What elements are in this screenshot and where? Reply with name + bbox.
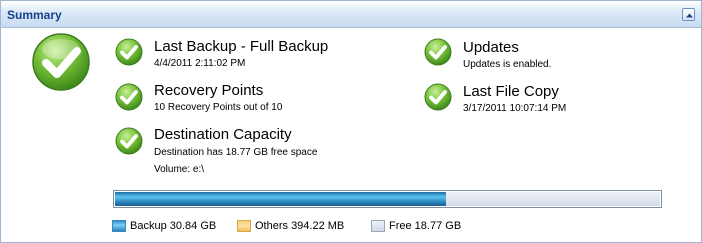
recovery-points-detail: 10 Recovery Points out of 10 bbox=[154, 102, 283, 113]
last-backup-time: 4/4/2011 2:11:02 PM bbox=[154, 58, 246, 69]
legend-free-label: Free 18.77 GB bbox=[389, 220, 462, 232]
last-file-copy-time: 3/17/2011 10:07:14 PM bbox=[463, 103, 567, 114]
panel-title: Summary bbox=[7, 8, 62, 22]
legend-others-label: Others 394.22 MB bbox=[255, 220, 345, 232]
chevron-up-icon bbox=[686, 13, 693, 18]
last-backup-check-icon bbox=[115, 38, 143, 66]
last-file-copy-check-icon bbox=[424, 83, 452, 111]
capacity-bar bbox=[113, 190, 662, 208]
destination-capacity-check-icon bbox=[115, 127, 143, 155]
legend-free-swatch bbox=[371, 220, 385, 232]
destination-capacity-title: Destination Capacity bbox=[154, 126, 292, 143]
capacity-bar-backup-segment bbox=[115, 192, 446, 206]
destination-volume: Volume: e:\ bbox=[154, 164, 205, 175]
updates-check-icon bbox=[424, 38, 452, 66]
last-backup-title: Last Backup - Full Backup bbox=[154, 38, 329, 55]
destination-free-space: Destination has 18.77 GB free space bbox=[154, 147, 318, 158]
legend-others-swatch bbox=[237, 220, 251, 232]
capacity-bar-free-segment bbox=[446, 192, 660, 206]
summary-panel: Summary Last Backup - Full Backup 4/4/20… bbox=[0, 0, 702, 243]
legend-backup-swatch bbox=[112, 220, 126, 232]
legend-backup-label: Backup 30.84 GB bbox=[130, 220, 217, 232]
last-file-copy-title: Last File Copy bbox=[463, 83, 559, 100]
overall-status-check-icon bbox=[32, 33, 90, 91]
updates-title: Updates bbox=[463, 39, 519, 56]
recovery-points-title: Recovery Points bbox=[154, 82, 264, 99]
recovery-points-check-icon bbox=[115, 83, 143, 111]
panel-header: Summary bbox=[1, 1, 701, 28]
updates-status: Updates is enabled. bbox=[463, 59, 552, 70]
collapse-button[interactable] bbox=[682, 8, 695, 21]
